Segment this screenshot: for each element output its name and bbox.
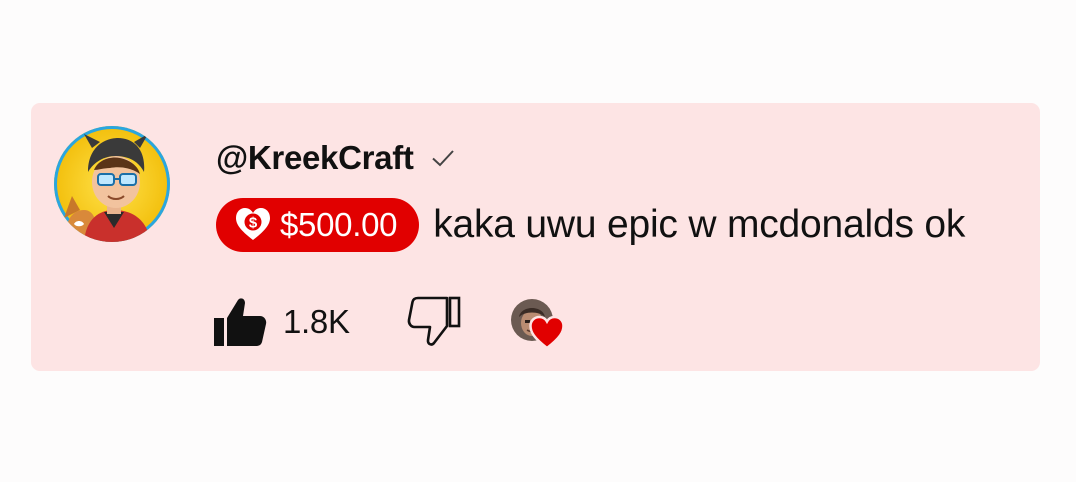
super-thanks-amount: $500.00 [280,206,398,243]
super-thanks-badge: $ $500.00 [216,198,420,252]
avatar-image [54,126,170,242]
checkmark-icon [430,145,456,171]
thumbs-down-icon [407,296,461,346]
comment-text: kaka uwu epic w mcdonalds ok [433,203,966,246]
like-count: 1.8K [283,303,350,340]
dislike-button[interactable] [405,293,463,351]
author-avatar[interactable] [54,126,170,242]
heart-icon [529,315,565,351]
thumbs-up-icon [214,298,267,346]
comment-card: @KreekCraft $ $500.00 kaka uwu epic w mc… [31,103,1040,371]
author-name[interactable]: @KreekCraft [216,139,414,177]
comment-body: $ $500.00 kaka uwu epic w mcdonalds ok [216,197,965,253]
creator-heart [505,291,567,353]
author-row: @KreekCraft [216,136,456,180]
comment-actions: 1.8K [211,289,567,355]
like-button[interactable] [211,293,269,351]
svg-text:$: $ [249,215,258,232]
heart-dollar-icon: $ [234,206,272,244]
